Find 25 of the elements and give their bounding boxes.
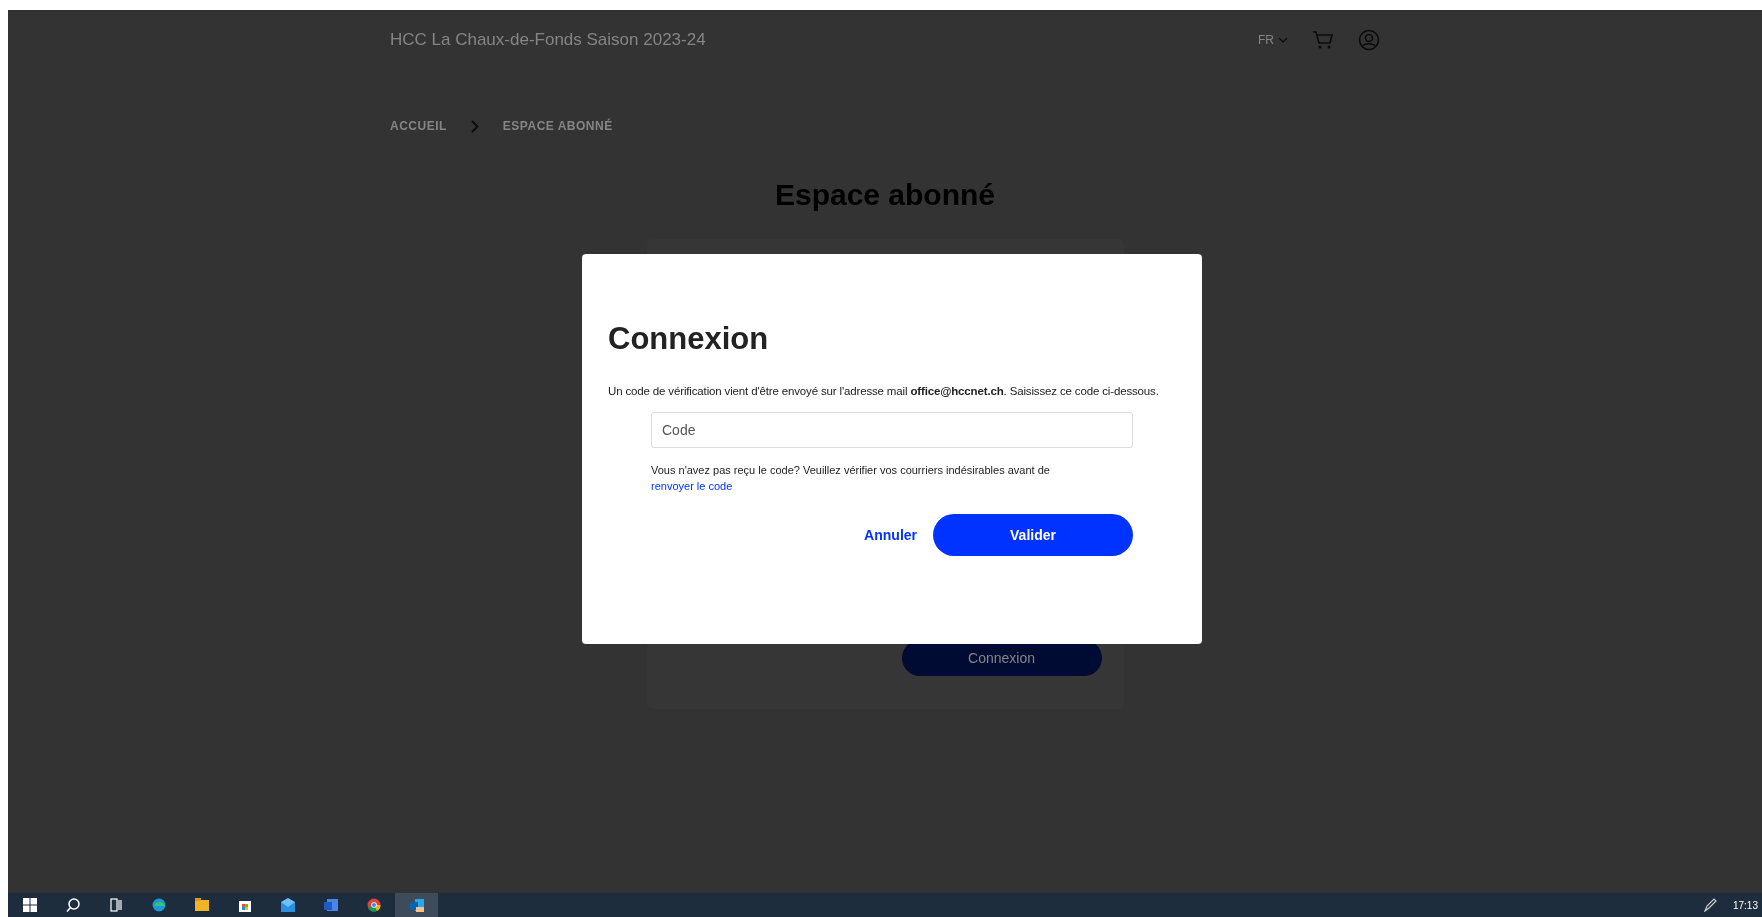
mail-icon xyxy=(280,898,295,912)
browser-icon xyxy=(151,898,166,912)
help-text: Vous n'avez pas reçu le code? Veuillez vérifier vos courriers indésirables avant de xyxy=(651,464,1050,477)
folder-icon xyxy=(194,898,209,912)
windows-icon xyxy=(22,898,37,912)
chevron-down-icon xyxy=(1278,37,1288,43)
pen-icon[interactable] xyxy=(1702,898,1717,912)
resend-code-link[interactable]: renvoyer le code xyxy=(651,480,733,493)
cancel-button[interactable]: Annuler xyxy=(864,520,917,550)
dialog-message: Un code de vérification vient d'être envoyé sur l'adresse mail office@hccnet.ch. Saisissez ce code ci-dessous. xyxy=(608,384,1160,400)
code-field[interactable]: Code xyxy=(651,412,1133,449)
breadcrumb-link[interactable]: ESPACE ABONNÉ xyxy=(502,117,613,135)
site-title[interactable]: HCC La Chaux-de-Fonds Saison 2023-24 xyxy=(390,27,706,53)
language-selector[interactable]: FR xyxy=(1258,31,1288,49)
search-icon xyxy=(65,898,80,912)
clock[interactable]: 17:13 xyxy=(1732,897,1758,913)
store-icon xyxy=(237,898,252,912)
chevron-right-icon xyxy=(470,119,479,133)
task-view-icon xyxy=(108,898,123,912)
validate-button[interactable]: Valider xyxy=(933,514,1133,557)
breadcrumb-link[interactable]: ACCUEIL xyxy=(390,117,447,135)
word-icon xyxy=(323,898,338,912)
dialog-title: Connexion xyxy=(608,320,770,358)
chrome-icon xyxy=(366,898,381,912)
email-app-icon xyxy=(409,898,424,912)
